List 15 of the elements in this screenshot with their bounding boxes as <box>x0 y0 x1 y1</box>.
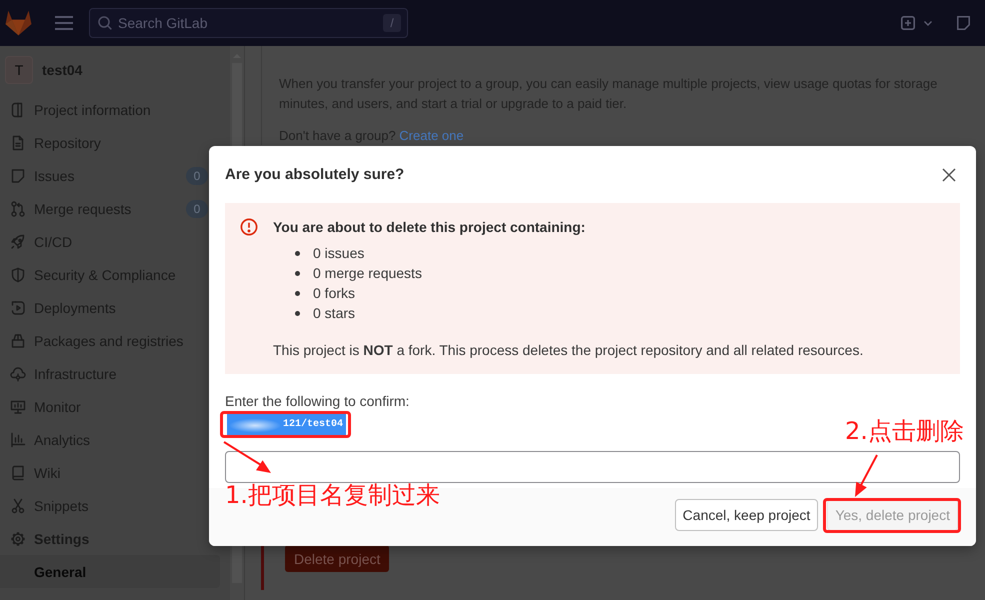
resource-count: 0 issues <box>313 245 364 261</box>
confirm-label: Enter the following to confirm: <box>225 392 410 411</box>
count-badge: 0 <box>186 166 208 184</box>
resource-count: 0 merge requests <box>313 265 422 281</box>
shortcut-key: / <box>383 14 401 32</box>
resource-count: 0 stars <box>313 305 356 321</box>
annotation-text: 1.把项目名复制过来 <box>225 482 440 509</box>
annotation-text: 2.点击删除 <box>845 418 964 445</box>
dialog-title: Are you absolutely sure? <box>225 166 404 183</box>
project-path: 121/test04 <box>283 414 346 435</box>
resource-count: 0 forks <box>313 285 356 301</box>
project-avatar: T <box>5 56 33 84</box>
alert-note: This project is NOT a fork. This process deletes the project repository and all related resources. <box>273 341 864 360</box>
alert-title: You are about to delete this project containing: <box>273 218 586 237</box>
count-badge: 0 <box>186 200 208 218</box>
